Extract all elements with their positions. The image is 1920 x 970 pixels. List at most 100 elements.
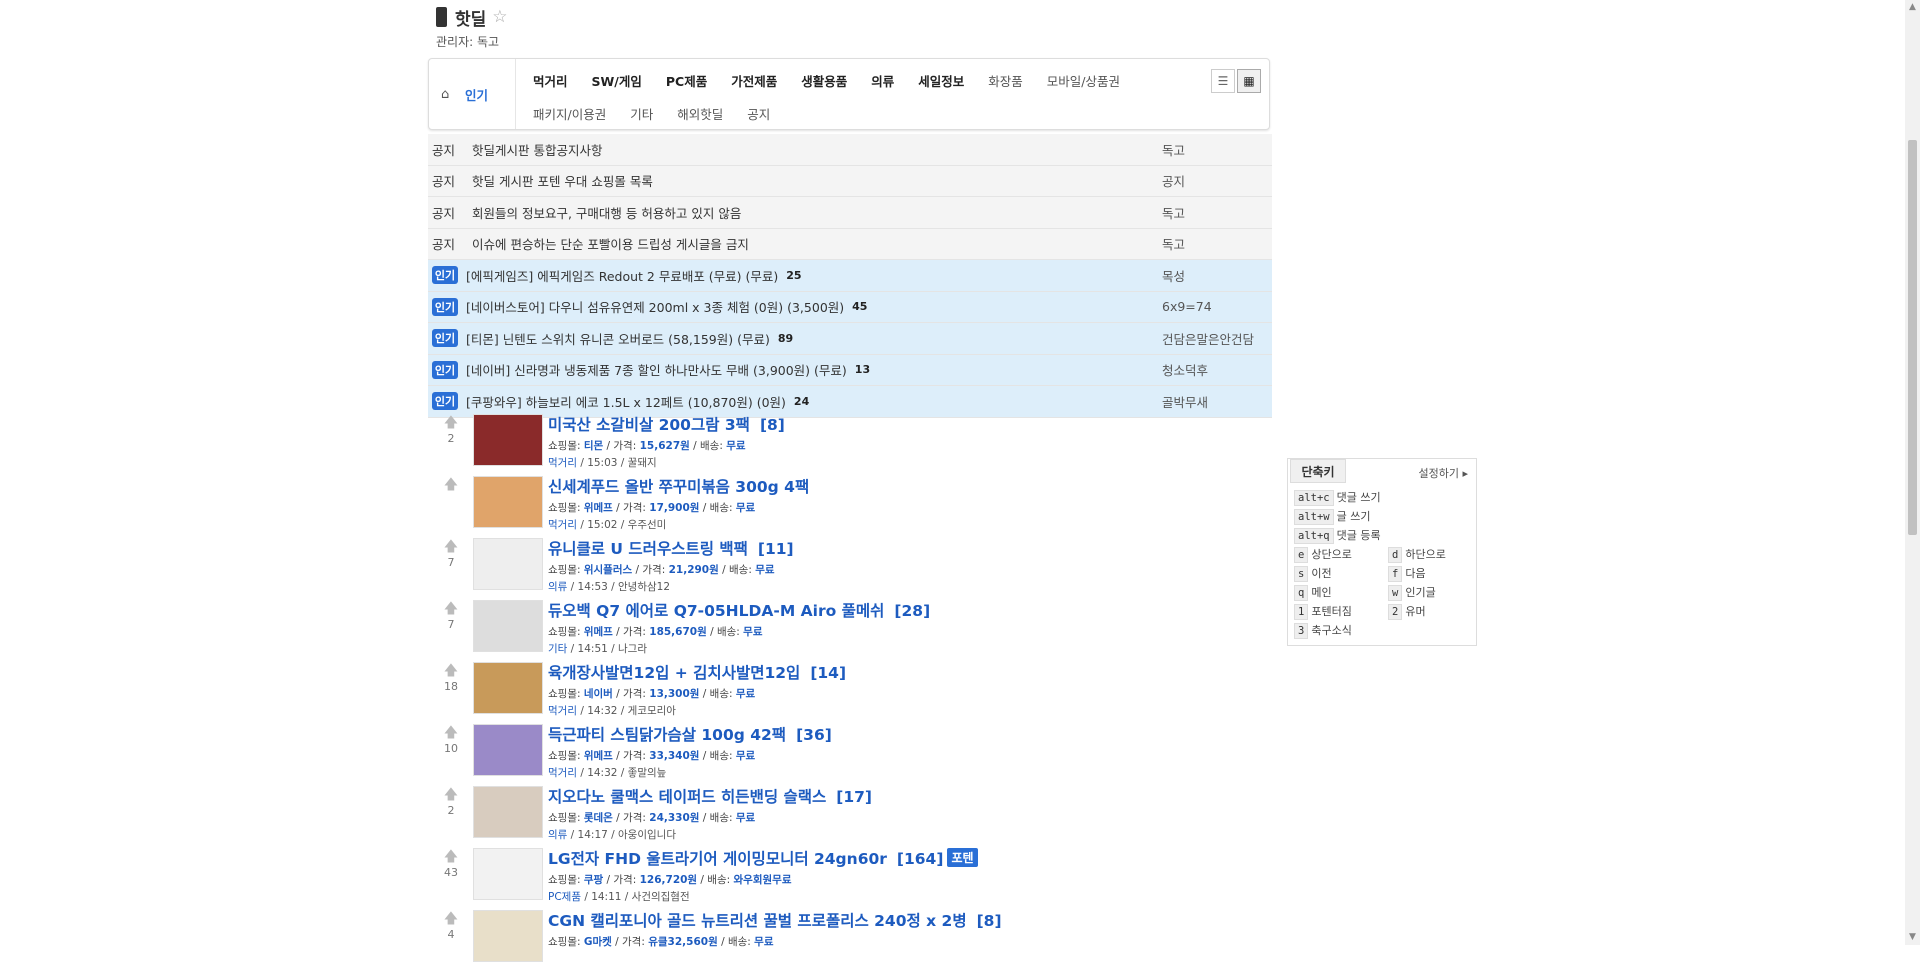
deal-thumbnail[interactable] (473, 786, 543, 838)
scroll-up-icon[interactable]: ▲ (1905, 0, 1920, 15)
category-item[interactable]: 공지 (747, 104, 770, 123)
deal-comment-count[interactable]: [14] (810, 664, 846, 682)
deal-thumbnail[interactable] (473, 476, 543, 528)
deal-category[interactable]: 먹거리 (548, 457, 577, 469)
category-item[interactable]: 생활용품 (801, 71, 847, 90)
deal-title[interactable]: 듀오백 Q7 에어로 Q7-05HLDA-M Airo 풀메쉬 (548, 602, 884, 620)
popular-subject[interactable]: [에픽게임즈] 에픽게임즈 Redout 2 무료배포 (무료) (무료) (466, 266, 778, 285)
row-author[interactable]: 골박무새 (1162, 392, 1208, 411)
deal-category[interactable]: 먹거리 (548, 767, 577, 779)
popular-subject[interactable]: [네이버] 신라명과 냉동제품 7종 할인 하나만사도 무배 (3,900원) … (466, 360, 847, 379)
row-author[interactable]: 독고 (1162, 203, 1185, 222)
popular-subject[interactable]: [쿠팡와우] 하늘보리 에코 1.5L x 12페트 (10,870원) (0원… (466, 392, 786, 411)
upvote-arrow-icon[interactable]: 🡅 (436, 850, 466, 864)
deal-title[interactable]: 육개장사발면12입 + 김치사발면12입 (548, 664, 800, 682)
category-item[interactable]: 가전제품 (731, 71, 777, 90)
notice-row[interactable]: 공지 이슈에 편승하는 단순 포빨이용 드립성 게시글을 금지 독고 (428, 228, 1272, 260)
deal-thumbnail[interactable] (473, 600, 543, 652)
deal-category[interactable]: 의류 (548, 581, 567, 593)
notice-subject[interactable]: 회원들의 정보요구, 구매대행 등 허용하고 있지 않음 (472, 203, 741, 222)
deal-comment-count[interactable]: [164] (897, 850, 944, 868)
upvote-arrow-icon[interactable]: 🡅 (436, 726, 466, 740)
page-scrollbar[interactable]: ▲ ▼ (1905, 0, 1920, 945)
deal-item[interactable]: 🡅 신세계푸드 올반 쭈꾸미볶음 300g 4팩 쇼핑몰: 위메프 / 가격: 17… (428, 474, 1272, 536)
nav-popular-link[interactable]: 인기 (465, 85, 488, 104)
deal-title[interactable]: 득근파티 스팀닭가슴살 100g 42팩 (548, 726, 786, 744)
shortcut-settings-link[interactable]: 설정하기 ▸ (1418, 465, 1468, 481)
thumbnail-view-icon[interactable]: ▦ (1237, 69, 1261, 93)
deal-title[interactable]: CGN 캘리포니아 골드 뉴트리션 꿀벌 프로폴리스 240정 x 2병 (548, 912, 967, 930)
deal-title[interactable]: 유니클로 U 드러우스트링 백팩 (548, 540, 748, 558)
popular-row[interactable]: 인기 [티몬] 닌텐도 스위치 유니콘 오버로드 (58,159원) (무료) … (428, 323, 1272, 355)
deal-category[interactable]: 먹거리 (548, 705, 577, 717)
row-author[interactable]: 독고 (1162, 234, 1185, 253)
deal-title[interactable]: LG전자 FHD 울트라기어 게이밍모니터 24gn60r (548, 850, 887, 868)
upvote-arrow-icon[interactable]: 🡅 (436, 912, 466, 926)
row-author[interactable]: 목성 (1162, 266, 1185, 285)
popular-row[interactable]: 인기 [네이버스토어] 다우니 섬유유연제 200ml x 3종 체험 (0원)… (428, 291, 1272, 323)
notice-subject[interactable]: 핫딜게시판 통합공지사항 (472, 140, 602, 159)
deal-thumbnail[interactable] (473, 910, 543, 962)
deal-item[interactable]: 🡅 7 유니클로 U 드러우스트링 백팩 [11] 쇼핑몰: 위시플러스 / 가격: 2… (428, 536, 1272, 598)
notice-subject[interactable]: 이슈에 편승하는 단순 포빨이용 드립성 게시글을 금지 (472, 234, 749, 253)
category-item[interactable]: 기타 (630, 104, 653, 123)
category-item[interactable]: 해외핫딜 (677, 104, 723, 123)
deal-thumbnail[interactable] (473, 538, 543, 590)
deal-item[interactable]: 🡅 4 CGN 캘리포니아 골드 뉴트리션 꿀벌 프로폴리스 240정 x 2병 [8… (428, 908, 1272, 970)
shortcut-tab[interactable]: 단축키 (1290, 459, 1346, 483)
deal-title[interactable]: 지오다노 쿨맥스 테이퍼드 히든밴딩 슬랙스 (548, 788, 826, 806)
scroll-down-icon[interactable]: ▼ (1905, 930, 1920, 945)
category-item[interactable]: SW/게임 (592, 71, 642, 90)
category-item[interactable]: 세일정보 (918, 71, 964, 90)
deal-item[interactable]: 🡅 2 지오다노 쿨맥스 테이퍼드 히든밴딩 슬랙스 [17] 쇼핑몰: 롯데온 / 가… (428, 784, 1272, 846)
deal-item[interactable]: 🡅 43 LG전자 FHD 울트라기어 게이밍모니터 24gn60r [164] 포텐 쇼… (428, 846, 1272, 908)
scroll-thumb[interactable] (1908, 140, 1917, 535)
notice-row[interactable]: 공지 핫딜게시판 통합공지사항 독고 (428, 134, 1272, 166)
category-item[interactable]: 먹거리 (533, 71, 568, 90)
deal-title[interactable]: 신세계푸드 올반 쭈꾸미볶음 300g 4팩 (548, 478, 809, 496)
deal-item[interactable]: 🡅 18 육개장사발면12입 + 김치사발면12입 [14] 쇼핑몰: 네이버 / 가격… (428, 660, 1272, 722)
deal-item[interactable]: 🡅 2 미국산 소갈비살 200그람 3팩 [8] 쇼핑몰: 티몬 / 가격: 15,6… (428, 412, 1272, 474)
row-author[interactable]: 청소덕후 (1162, 360, 1208, 379)
favorite-star-icon[interactable]: ☆ (492, 7, 507, 27)
deal-comment-count[interactable]: [8] (760, 416, 785, 434)
deal-comment-count[interactable]: [36] (796, 726, 832, 744)
popular-row[interactable]: 인기 [에픽게임즈] 에픽게임즈 Redout 2 무료배포 (무료) (무료)… (428, 260, 1272, 292)
upvote-arrow-icon[interactable]: 🡅 (436, 478, 466, 492)
home-icon[interactable]: ⌂ (441, 87, 455, 102)
deal-comment-count[interactable]: [17] (836, 788, 872, 806)
deal-title[interactable]: 미국산 소갈비살 200그람 3팩 (548, 416, 750, 434)
notice-row[interactable]: 공지 회원들의 정보요구, 구매대행 등 허용하고 있지 않음 독고 (428, 197, 1272, 229)
deal-item[interactable]: 🡅 7 듀오백 Q7 에어로 Q7-05HLDA-M Airo 풀메쉬 [28] 쇼핑몰… (428, 598, 1272, 660)
row-author[interactable]: 건담은말은안건담 (1162, 329, 1254, 348)
deal-category[interactable]: PC제품 (548, 891, 581, 903)
deal-thumbnail[interactable] (473, 662, 543, 714)
deal-category[interactable]: 기타 (548, 643, 567, 655)
deal-category[interactable]: 의류 (548, 829, 567, 841)
deal-thumbnail[interactable] (473, 414, 543, 466)
category-item[interactable]: 의류 (871, 71, 894, 90)
notice-subject[interactable]: 핫딜 게시판 포텐 우대 쇼핑몰 목록 (472, 171, 653, 190)
list-view-icon[interactable]: ☰ (1211, 69, 1235, 93)
deal-category[interactable]: 먹거리 (548, 519, 577, 531)
upvote-arrow-icon[interactable]: 🡅 (436, 664, 466, 678)
upvote-arrow-icon[interactable]: 🡅 (436, 602, 466, 616)
deal-item[interactable]: 🡅 10 득근파티 스팀닭가슴살 100g 42팩 [36] 쇼핑몰: 위메프 / 가격… (428, 722, 1272, 784)
category-item[interactable]: 모바일/상품권 (1047, 71, 1120, 90)
upvote-arrow-icon[interactable]: 🡅 (436, 416, 466, 430)
deal-thumbnail[interactable] (473, 848, 543, 900)
deal-comment-count[interactable]: [11] (758, 540, 794, 558)
deal-thumbnail[interactable] (473, 724, 543, 776)
row-author[interactable]: 6x9=74 (1162, 299, 1212, 314)
upvote-arrow-icon[interactable]: 🡅 (436, 788, 466, 802)
popular-subject[interactable]: [네이버스토어] 다우니 섬유유연제 200ml x 3종 체험 (0원) (3… (466, 297, 844, 316)
category-item[interactable]: 화장품 (988, 71, 1023, 90)
category-item[interactable]: PC제품 (666, 71, 707, 90)
row-author[interactable]: 독고 (1162, 140, 1185, 159)
row-author[interactable]: 공지 (1162, 171, 1185, 190)
popular-row[interactable]: 인기 [네이버] 신라명과 냉동제품 7종 할인 하나만사도 무배 (3,900… (428, 354, 1272, 386)
upvote-arrow-icon[interactable]: 🡅 (436, 540, 466, 554)
deal-comment-count[interactable]: [28] (894, 602, 930, 620)
notice-row[interactable]: 공지 핫딜 게시판 포텐 우대 쇼핑몰 목록 공지 (428, 165, 1272, 197)
category-item[interactable]: 패키지/이용권 (533, 104, 606, 123)
